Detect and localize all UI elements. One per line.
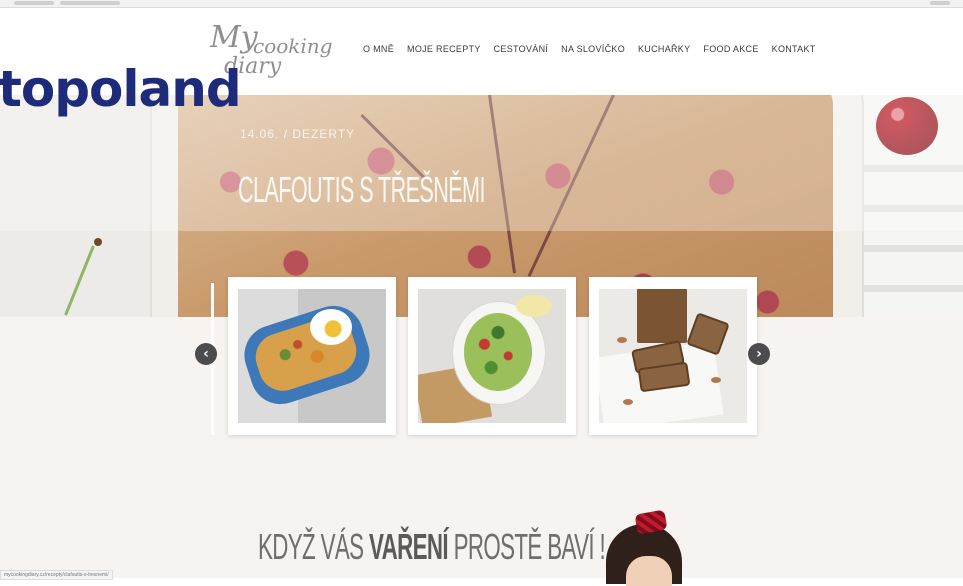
nav-item-na-slovicko[interactable]: NA SLOVÍČKO bbox=[561, 44, 625, 54]
recipe-photo bbox=[599, 289, 747, 423]
logo-my: My bbox=[210, 20, 258, 55]
recipe-photo bbox=[238, 289, 386, 423]
chevron-left-icon: ‹ bbox=[203, 346, 209, 362]
recipe-photo bbox=[418, 289, 566, 423]
tagline-emphasis: VAŘENÍ bbox=[369, 526, 449, 567]
nav-item-cestovani[interactable]: CESTOVÁNÍ bbox=[494, 44, 549, 54]
nav-item-food-akce[interactable]: FOOD AKCE bbox=[703, 44, 758, 54]
nav-item-moje-recepty[interactable]: MOJE RECEPTY bbox=[407, 44, 481, 54]
hero-category[interactable]: 14.06. / DEZERTY bbox=[240, 127, 355, 141]
carousel-next-button[interactable]: › bbox=[748, 343, 770, 365]
author-illustration-face bbox=[626, 556, 672, 586]
nav-item-kucharky[interactable]: KUCHAŘKY bbox=[638, 44, 690, 54]
cherry-stem-image bbox=[64, 245, 95, 316]
watermark: topoland bbox=[0, 60, 242, 118]
chevron-right-icon: › bbox=[756, 346, 762, 362]
tagline-part3: PROSTĚ BAVÍ ! bbox=[453, 526, 606, 567]
carousel-prev-button[interactable]: ‹ bbox=[195, 343, 217, 365]
nav-item-kontakt[interactable]: KONTAKT bbox=[772, 44, 816, 54]
recipe-card[interactable] bbox=[228, 277, 396, 435]
browser-tab bbox=[60, 1, 120, 5]
browser-control bbox=[930, 1, 950, 5]
cherry-stem-tip bbox=[94, 238, 102, 246]
status-bar-url: mycookingdiary.cz/recepty/clafoutis-s-tr… bbox=[0, 570, 113, 580]
recipe-card[interactable] bbox=[589, 277, 757, 435]
hero-title[interactable]: CLAFOUTIS S TŘEŠNĚMI bbox=[238, 169, 485, 211]
browser-tab bbox=[14, 1, 54, 5]
tagline-part1: KDYŽ VÁS bbox=[258, 526, 364, 567]
nav-item-o-mne[interactable]: O MNĚ bbox=[363, 44, 394, 54]
recipe-card[interactable] bbox=[408, 277, 576, 435]
tagline: KDYŽ VÁS VAŘENÍ PROSTĚ BAVÍ ! bbox=[258, 526, 606, 568]
main-nav: O MNĚ MOJE RECEPTY CESTOVÁNÍ NA SLOVÍČKO… bbox=[363, 44, 816, 54]
browser-strip bbox=[0, 0, 963, 8]
